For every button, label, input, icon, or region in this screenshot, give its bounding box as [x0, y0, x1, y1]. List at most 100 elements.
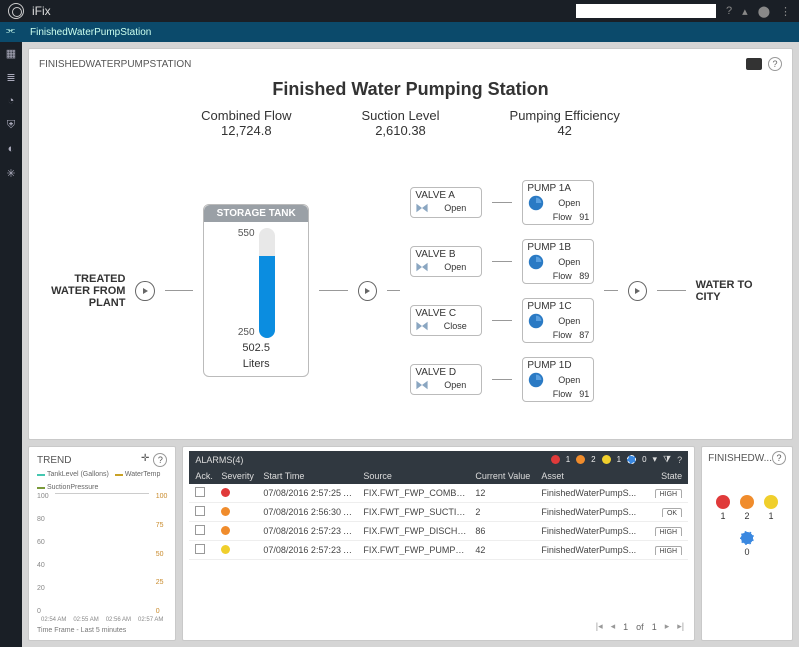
- sidebar-list-icon[interactable]: ≣: [4, 70, 18, 84]
- pump-flow: 87: [579, 330, 589, 340]
- sev-orange-count: 2: [591, 455, 595, 464]
- sev-red-count: 1: [566, 455, 570, 464]
- alarm-state: OK: [662, 508, 682, 517]
- trend-legend: TankLevel (Gallons) WaterTemp SuctionPre…: [37, 471, 167, 491]
- valve-name: VALVE B: [415, 249, 477, 260]
- pager-of: of: [636, 622, 644, 632]
- sev-yellow-count: 1: [617, 455, 621, 464]
- page-tag: FINISHEDWATERPUMPSTATION: [39, 59, 191, 70]
- alarm-value: 86: [471, 526, 537, 536]
- page-title: Finished Water Pumping Station: [39, 79, 782, 100]
- valve[interactable]: VALVE D Open: [410, 364, 482, 395]
- sidebar-gauge-icon[interactable]: ◐: [4, 142, 18, 156]
- alarm-start: 07/08/2016 2:57:23 AM: [259, 526, 359, 536]
- junction-node[interactable]: [358, 281, 377, 301]
- valve[interactable]: VALVE BOpen: [410, 246, 482, 277]
- alarm-state: HIGH: [655, 489, 683, 498]
- tank-units: Liters: [243, 358, 270, 370]
- sidebar-gear-icon[interactable]: ✳: [4, 166, 18, 180]
- pump[interactable]: PUMP 1COpenFlow87: [522, 298, 594, 343]
- sidebar-shield-icon[interactable]: ⛨: [4, 118, 18, 132]
- breadcrumb-path[interactable]: FinishedWaterPumpStation: [30, 27, 151, 38]
- summary-orange-count: 2: [745, 511, 750, 521]
- valve-icon: [415, 378, 429, 392]
- breadcrumb: ⫘ FinishedWaterPumpStation: [0, 22, 799, 42]
- notification-icon[interactable]: ▴: [742, 5, 748, 18]
- pager-prev[interactable]: ◂: [611, 621, 616, 632]
- funnel-icon[interactable]: ⧩: [663, 454, 671, 465]
- valve[interactable]: VALVE AOpen: [410, 187, 482, 218]
- sev-red-icon: [551, 455, 560, 464]
- layout-icon[interactable]: [746, 58, 762, 70]
- pager: |◂ ◂ 1 of 1 ▸ ▸|: [189, 617, 688, 636]
- output-node[interactable]: [628, 281, 647, 301]
- pump-flow: 91: [579, 212, 589, 222]
- pump-flow-label: Flow: [549, 330, 575, 340]
- compass-icon[interactable]: ✛: [141, 453, 149, 467]
- pump[interactable]: PUMP 1AOpenFlow91: [522, 180, 594, 225]
- filter-icon[interactable]: ▾: [653, 454, 658, 465]
- col-start[interactable]: Start Time: [259, 471, 359, 481]
- alarm-value: 12: [471, 488, 537, 498]
- alarm-row[interactable]: 07/08/2016 2:57:23 AMFIX.FWT_FWP_PUMP_E.…: [189, 541, 688, 560]
- pump-icon: [527, 253, 545, 271]
- pump-state: Open: [549, 198, 589, 208]
- valve-state: Close: [433, 321, 477, 331]
- pager-total: 1: [652, 622, 657, 632]
- sev-yellow-icon: [602, 455, 611, 464]
- ack-checkbox[interactable]: [195, 525, 205, 535]
- sidebar-home-icon[interactable]: ▦: [4, 46, 18, 60]
- pump[interactable]: PUMP 1DOpenFlow91: [522, 357, 594, 402]
- device-pair: VALVE CClosePUMP 1COpenFlow87: [410, 298, 594, 343]
- ack-checkbox[interactable]: [195, 487, 205, 497]
- col-value[interactable]: Current Value: [471, 471, 537, 481]
- pump-flow: 91: [579, 389, 589, 399]
- valve-name: VALVE D: [415, 367, 477, 378]
- pager-last[interactable]: ▸|: [677, 621, 684, 632]
- menu-icon[interactable]: ⋮: [780, 5, 791, 18]
- alarm-row[interactable]: 07/08/2016 2:57:23 AMFIX.FWT_FWP_DISCHA.…: [189, 522, 688, 541]
- col-state[interactable]: State: [640, 471, 686, 481]
- efficiency-value: 42: [510, 123, 620, 138]
- ack-checkbox[interactable]: [195, 544, 205, 554]
- pager-first[interactable]: |◂: [596, 621, 603, 632]
- share-icon[interactable]: ⫘: [6, 25, 15, 36]
- pump-icon: [527, 312, 545, 330]
- summary-title: FINISHEDW...: [708, 453, 772, 464]
- pump[interactable]: PUMP 1BOpenFlow89: [522, 239, 594, 284]
- valve[interactable]: VALVE CClose: [410, 305, 482, 336]
- user-icon[interactable]: ⬤: [758, 5, 770, 18]
- panel-help-icon[interactable]: ?: [768, 57, 782, 71]
- alarms-help-icon[interactable]: ?: [677, 455, 682, 465]
- pager-next[interactable]: ▸: [665, 621, 670, 632]
- search-input[interactable]: [576, 4, 716, 18]
- sidebar-db-icon[interactable]: ◔: [4, 94, 18, 108]
- col-ack[interactable]: Ack.: [191, 471, 217, 481]
- input-node[interactable]: [135, 281, 154, 301]
- col-severity[interactable]: Severity: [217, 471, 259, 481]
- summary-blue-count: 0: [745, 547, 750, 557]
- col-source[interactable]: Source: [359, 471, 471, 481]
- ack-checkbox[interactable]: [195, 506, 205, 516]
- help-icon[interactable]: ?: [726, 5, 732, 18]
- summary-help-icon[interactable]: ?: [772, 451, 786, 465]
- valve-state: Open: [433, 380, 477, 390]
- app-title: iFix: [32, 4, 51, 18]
- trend-title: TREND: [37, 455, 71, 466]
- severity-icon: [221, 488, 230, 497]
- storage-tank[interactable]: STORAGE TANK 550 250 502.5 Liters: [203, 204, 309, 377]
- suction-label: Suction Level: [361, 108, 439, 123]
- trend-chart[interactable]: [55, 493, 149, 494]
- legend-c: SuctionPressure: [47, 484, 98, 491]
- tank-title: STORAGE TANK: [204, 205, 308, 222]
- col-asset[interactable]: Asset: [537, 471, 640, 481]
- trend-help-icon[interactable]: ?: [153, 453, 167, 467]
- alarm-row[interactable]: 07/08/2016 2:57:25 AMFIX.FWT_FWP_COMBIN.…: [189, 484, 688, 503]
- metrics: Combined Flow12,724.8 Suction Level2,610…: [39, 108, 782, 138]
- sev-blue-count: 0: [642, 455, 646, 464]
- tank-max: 550: [238, 228, 255, 239]
- main-panel: FINISHEDWATERPUMPSTATION ? Finished Wate…: [28, 48, 793, 440]
- alarm-row[interactable]: 07/08/2016 2:56:30 AMFIX.FWT_FWP_SUCTIO.…: [189, 503, 688, 522]
- alarm-asset: FinishedWaterPumpS...: [537, 526, 640, 536]
- trend-panel: TREND ✛ ? TankLevel (Gallons) WaterTemp …: [28, 446, 176, 641]
